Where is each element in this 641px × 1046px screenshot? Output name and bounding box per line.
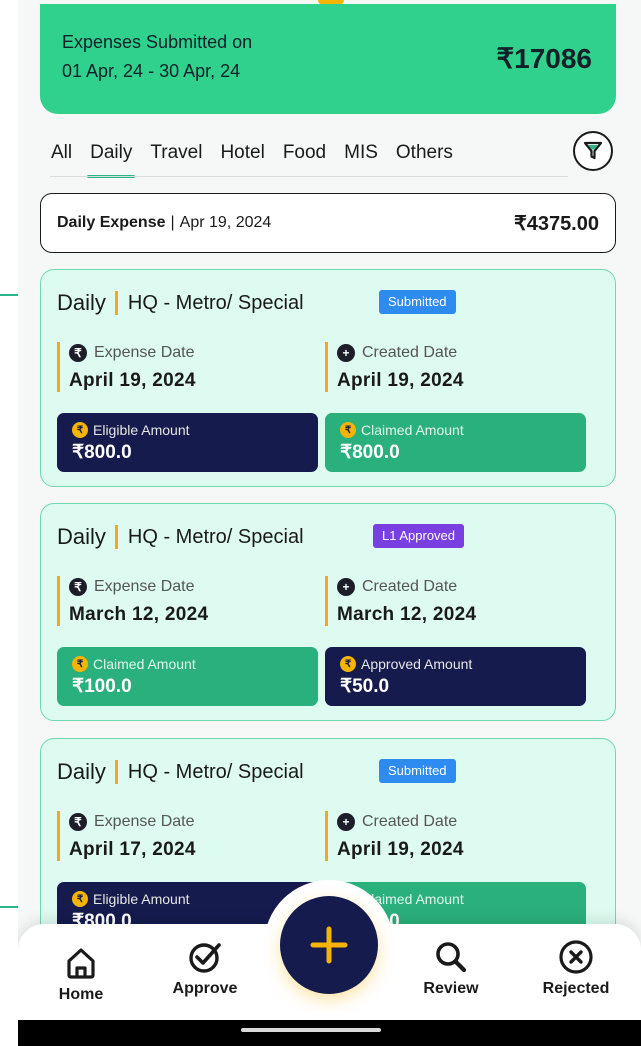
title-divider: [114, 291, 118, 315]
nav-home-label: Home: [58, 986, 104, 1003]
created-date-value: March 12, 2024: [337, 604, 477, 625]
created-date-block: + Created Date March 12, 2024: [325, 576, 476, 626]
coin-icon: ₹: [340, 422, 356, 438]
status-badge: L1 Approved: [373, 524, 465, 548]
search-icon: [436, 942, 467, 973]
expense-date-label: Expense Date: [94, 813, 195, 830]
daily-expense-header[interactable]: Daily Expense | Apr 19, 2024 ₹4375.00: [40, 193, 616, 253]
title-divider: [114, 525, 118, 549]
filter-button[interactable]: [573, 131, 613, 171]
expense-date-block: ₹ Expense Date April 19, 2024: [57, 342, 196, 392]
expense-date-label: Expense Date: [94, 344, 195, 361]
tab-daily[interactable]: Daily: [81, 138, 141, 178]
check-badge-icon: [189, 943, 221, 973]
nav-home[interactable]: Home: [26, 944, 136, 1004]
eligible-amount-box: ₹ Eligible Amount ₹800.0: [57, 413, 318, 472]
expense-date-value: April 19, 2024: [69, 370, 196, 391]
coin-icon: ₹: [72, 422, 88, 438]
created-date-label: Created Date: [362, 813, 458, 830]
system-navigation-bar: [18, 1020, 641, 1046]
category-tabs: All Daily Travel Hotel Food MIS Others: [50, 138, 462, 178]
tab-hotel[interactable]: Hotel: [211, 138, 273, 172]
home-gesture-handle[interactable]: [241, 1028, 381, 1032]
created-date-value: April 19, 2024: [337, 370, 464, 391]
nav-review[interactable]: Review: [396, 938, 506, 998]
daily-expense-title: Daily Expense: [57, 214, 166, 231]
plus-circle-icon: +: [337, 578, 355, 596]
amount-label: Eligible Amount: [93, 891, 190, 907]
tab-travel[interactable]: Travel: [141, 138, 211, 172]
expense-date-value: April 17, 2024: [69, 839, 196, 860]
header-separator: |: [170, 214, 175, 231]
amount-value: ₹50.0: [340, 676, 390, 697]
coin-icon: ₹: [72, 656, 88, 672]
add-expense-button[interactable]: [280, 896, 378, 994]
daily-expense-date: Apr 19, 2024: [179, 214, 272, 231]
rupee-icon: ₹: [69, 813, 87, 831]
title-divider: [114, 760, 118, 784]
expense-date-block: ₹ Expense Date March 12, 2024: [57, 576, 208, 626]
created-date-block: + Created Date April 19, 2024: [325, 811, 464, 861]
claimed-amount-box: ₹ Claimed Amount ₹100.0: [57, 647, 318, 706]
plus-circle-icon: +: [337, 344, 355, 362]
created-date-block: + Created Date April 19, 2024: [325, 342, 464, 392]
tab-mis[interactable]: MIS: [335, 138, 387, 172]
expense-date-label: Expense Date: [94, 578, 195, 595]
filter-icon: [583, 141, 603, 160]
created-date-label: Created Date: [362, 578, 458, 595]
expense-type: Daily: [57, 524, 106, 549]
tab-all[interactable]: All: [50, 138, 81, 172]
amount-value: ₹800.0: [72, 442, 132, 463]
nav-approve[interactable]: Approve: [150, 938, 260, 998]
expense-category: HQ - Metro/ Special: [127, 291, 304, 314]
approved-amount-box: ₹ Approved Amount ₹50.0: [325, 647, 586, 706]
plus-icon: [310, 926, 348, 964]
expense-type: Daily: [57, 290, 106, 315]
nav-rejected[interactable]: Rejected: [521, 938, 631, 998]
close-circle-icon: [559, 940, 593, 974]
nav-rejected-label: Rejected: [542, 980, 610, 997]
tab-others[interactable]: Others: [387, 138, 462, 172]
amount-label: Approved Amount: [361, 656, 473, 672]
created-date-value: April 19, 2024: [337, 839, 464, 860]
expense-type: Daily: [57, 759, 106, 784]
expense-summary-card: Expenses Submitted on 01 Apr, 24 - 30 Ap…: [40, 4, 616, 114]
amount-label: Eligible Amount: [93, 422, 190, 438]
amount-value: ₹800.0: [340, 442, 400, 463]
tab-food[interactable]: Food: [274, 138, 335, 172]
created-date-label: Created Date: [362, 344, 458, 361]
expense-card[interactable]: Daily HQ - Metro/ Special L1 Approved ₹ E…: [40, 503, 616, 721]
amount-label: Claimed Amount: [93, 656, 196, 672]
coin-icon: ₹: [340, 656, 356, 672]
app-screen: Expenses Submitted on 01 Apr, 24 - 30 Ap…: [18, 0, 641, 1046]
status-badge: Submitted: [379, 759, 456, 783]
plus-circle-icon: +: [337, 813, 355, 831]
expense-category: HQ - Metro/ Special: [127, 760, 304, 783]
expense-category: HQ - Metro/ Special: [127, 525, 304, 548]
expense-card[interactable]: Daily HQ - Metro/ Special Submitted ₹ Exp…: [40, 269, 616, 487]
claimed-amount-box: ₹ Claimed Amount ₹800.0: [325, 413, 586, 472]
coin-icon: ₹: [72, 891, 88, 907]
nav-review-label: Review: [423, 980, 479, 997]
tabs-divider: [50, 176, 568, 177]
nav-approve-label: Approve: [172, 980, 238, 997]
daily-expense-amount: ₹4375.00: [513, 212, 599, 235]
summary-total: ₹17086: [496, 43, 592, 74]
rupee-icon: ₹: [69, 344, 87, 362]
rupee-icon: ₹: [69, 578, 87, 596]
expense-date-value: March 12, 2024: [69, 604, 209, 625]
amount-label: Claimed Amount: [361, 422, 464, 438]
home-icon: [67, 948, 95, 979]
expense-date-block: ₹ Expense Date April 17, 2024: [57, 811, 196, 861]
status-badge: Submitted: [379, 290, 456, 314]
amount-value: ₹100.0: [72, 676, 132, 697]
